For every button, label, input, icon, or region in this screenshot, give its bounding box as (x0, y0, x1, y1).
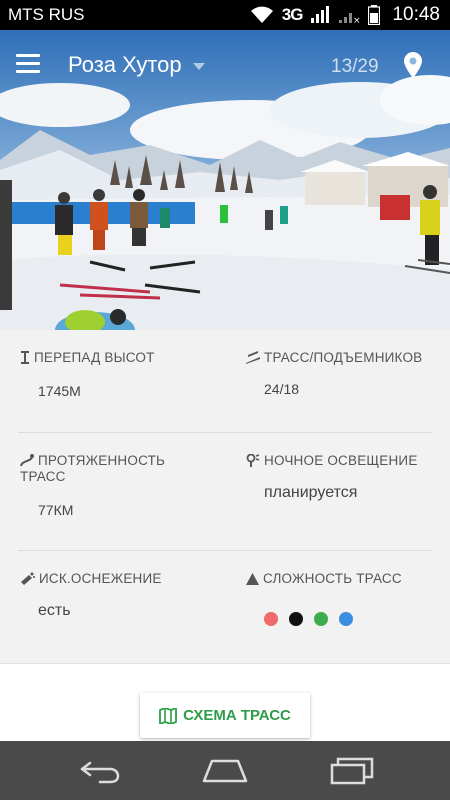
length-label-line1: ПРОТЯЖЕННОСТЬ (38, 453, 166, 468)
length-cell: ПРОТЯЖЕННОСТЬ ТРАСС (20, 453, 165, 485)
length-label-line2: ТРАСС (20, 469, 66, 484)
snow-cannon-icon (21, 572, 35, 585)
svg-text:×: × (353, 16, 360, 24)
length-value: 77КМ (38, 502, 74, 518)
page-counter: 13/29 (331, 56, 379, 77)
app-bar: Роза Хутор 13/29 (0, 30, 450, 102)
recent-apps-icon[interactable] (330, 755, 374, 787)
carrier-name: MTS RUS (8, 5, 85, 24)
no-signal-icon: × (339, 13, 360, 24)
divider (18, 550, 432, 551)
trail-map-label: СХЕМА ТРАСС (183, 707, 291, 724)
lamp-icon (246, 453, 260, 467)
difficulty-dot-blue (339, 612, 353, 626)
back-icon[interactable] (78, 755, 122, 787)
snowmaking-cell: ИСК.ОСНЕЖЕНИЕ (20, 571, 162, 587)
network-type: 3G (281, 5, 304, 24)
lifts-cell: ТРАСС/ПОДЪЕМНИКОВ (246, 350, 422, 366)
night-lighting-cell: НОЧНОЕ ОСВЕЩЕНИЕ (246, 453, 418, 469)
navigation-bar (0, 741, 450, 800)
night-lighting-label: НОЧНОЕ ОСВЕЩЕНИЕ (264, 453, 418, 468)
status-icons: 3G × 10:48 (250, 4, 440, 26)
divider (18, 432, 432, 433)
elevation-value: 1745М (38, 383, 81, 399)
resort-info-panel: ПЕРЕПАД ВЫСОТ 1745М ТРАСС/ПОДЪЕМНИКОВ 24… (0, 330, 450, 663)
home-icon[interactable] (202, 755, 248, 787)
mountain-icon (246, 573, 259, 585)
snowmaking-label: ИСК.ОСНЕЖЕНИЕ (39, 571, 162, 586)
difficulty-dot-red (264, 612, 278, 626)
location-pin-icon[interactable] (404, 52, 422, 78)
lifts-label: ТРАСС/ПОДЪЕМНИКОВ (264, 350, 423, 365)
difficulty-cell: СЛОЖНОСТЬ ТРАСС (246, 571, 402, 587)
elevation-cell: ПЕРЕПАД ВЫСОТ (20, 350, 155, 366)
snowmaking-value: есть (38, 602, 71, 619)
night-lighting-value: планируется (264, 484, 358, 501)
difficulty-label: СЛОЖНОСТЬ ТРАСС (263, 571, 402, 586)
trail-map-button[interactable]: СХЕМА ТРАСС (140, 693, 310, 738)
wifi-icon (250, 6, 273, 23)
clock: 10:48 (392, 4, 440, 25)
elevation-icon (21, 351, 29, 364)
difficulty-dots (264, 612, 353, 626)
difficulty-dot-green (314, 612, 328, 626)
map-icon (159, 707, 178, 724)
battery-icon (368, 5, 381, 25)
resort-title[interactable]: Роза Хутор (68, 52, 182, 78)
dropdown-arrow-icon[interactable] (193, 63, 205, 70)
hamburger-menu-icon[interactable] (16, 54, 40, 76)
trail-length-icon (20, 454, 34, 467)
lifts-value: 24/18 (264, 381, 300, 397)
difficulty-dot-black (289, 612, 303, 626)
signal-icon (311, 6, 330, 23)
ski-lift-icon (246, 351, 260, 364)
elevation-label: ПЕРЕПАД ВЫСОТ (34, 350, 155, 365)
bottom-action-area: СХЕМА ТРАСС (0, 663, 450, 741)
status-bar: MTS RUS 3G × 10:48 (0, 0, 450, 30)
